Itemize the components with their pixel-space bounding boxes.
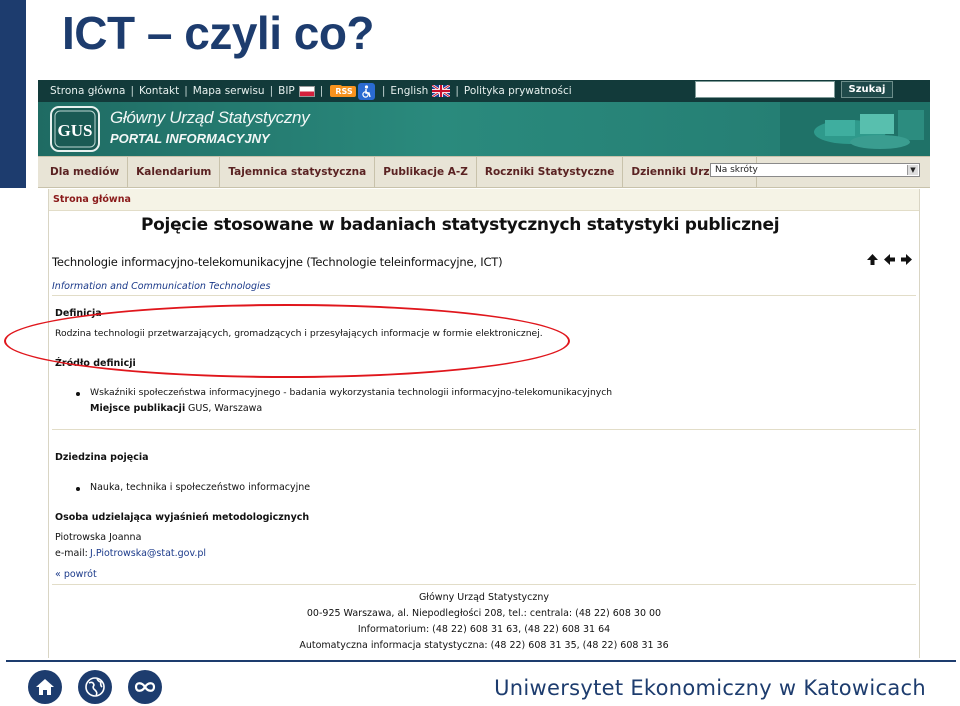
link-home[interactable]: Strona główna [50, 85, 125, 97]
term-title: Technologie informacyjno-telekomunikacyj… [52, 255, 503, 269]
page-title: Pojęcie stosowane w badaniach statystycz… [141, 215, 780, 235]
term-navigation [866, 253, 913, 266]
utility-bar: Strona główna | Kontakt | Mapa serwisu |… [38, 80, 930, 102]
nav-item-yearbooks[interactable]: Roczniki Statystyczne [477, 157, 624, 187]
footer-line: Główny Urząd Statystyczny [418, 592, 550, 603]
publication-value: GUS, Warszawa [188, 403, 263, 414]
link-sitemap[interactable]: Mapa serwisu [193, 85, 265, 97]
domain-item[interactable]: Nauka, technika i społeczeństwo informac… [90, 482, 310, 493]
uk-flag-icon [432, 85, 451, 97]
banner-decoration [780, 102, 930, 156]
footer-line: Informatorium: (48 22) 608 31 63, (48 22… [357, 624, 611, 635]
domain-label: Dziedzina pojęcia [55, 452, 149, 463]
search-input[interactable] [695, 81, 835, 98]
divider [52, 584, 916, 585]
back-link[interactable]: « powrót [55, 569, 97, 580]
search-button[interactable]: Szukaj [841, 81, 893, 98]
term-english-name: Information and Communication Technologi… [52, 281, 271, 292]
divider [52, 295, 916, 296]
link-bip[interactable]: BIP [278, 85, 295, 97]
arrow-right-icon[interactable] [900, 253, 913, 266]
footer-line: Automatyczna informacja statystyczna: (4… [299, 640, 669, 651]
nav-item-calendar[interactable]: Kalendarium [128, 157, 221, 187]
university-name: Uniwersytet Ekonomiczny w Katowicach [494, 676, 926, 700]
nav-item-statistical-secrecy[interactable]: Tajemnica statystyczna [220, 157, 376, 187]
arrow-left-icon[interactable] [883, 253, 896, 266]
rss-label: RSS [332, 85, 356, 97]
definition-text: Rodzina technologii przetwarzających, gr… [55, 328, 543, 339]
source-label: Źródło definicji [55, 358, 136, 369]
email-link[interactable]: J.Piotrowska@stat.gov.pl [90, 548, 206, 559]
email-label: e-mail: [55, 548, 88, 559]
gus-logo[interactable]: GUS [50, 106, 100, 152]
link-privacy[interactable]: Polityka prywatności [464, 85, 572, 97]
link-contact[interactable]: Kontakt [139, 85, 179, 97]
list-bullet [76, 487, 80, 491]
infinity-icon[interactable] [128, 670, 162, 704]
divider [52, 429, 916, 430]
home-icon[interactable] [28, 670, 62, 704]
svg-text:GUS: GUS [58, 121, 93, 140]
polish-flag-icon [298, 85, 315, 97]
slide-title: ICT – czyli co? [62, 7, 375, 59]
definition-label: Definicja [55, 308, 102, 319]
source-item[interactable]: Wskaźniki społeczeństwa informacyjnego -… [90, 387, 612, 398]
breadcrumb: Strona główna [49, 189, 919, 211]
portal-banner: GUS Główny Urząd Statystyczny PORTAL INF… [38, 102, 930, 156]
contact-name: Piotrowska Joanna [55, 532, 142, 543]
portal-screenshot: Strona główna | Kontakt | Mapa serwisu |… [38, 80, 930, 658]
publication-label: Miejsce publikacji [90, 403, 186, 414]
list-bullet [76, 392, 80, 396]
slide-side-bar [0, 0, 26, 188]
rss-link[interactable]: RSS [330, 85, 356, 97]
footer-rule [6, 660, 956, 662]
arrow-up-icon[interactable] [866, 253, 879, 266]
shortcut-select-value: Na skróty [715, 165, 758, 175]
globe-icon[interactable] [78, 670, 112, 704]
shortcut-select[interactable]: Na skróty ▼ [710, 163, 920, 177]
footer-line: 00-925 Warszawa, al. Niepodległości 208,… [306, 608, 662, 619]
main-content: Strona główna Pojęcie stosowane w badani… [48, 189, 920, 658]
main-nav: Dla mediów Kalendarium Tajemnica statyst… [38, 156, 930, 188]
contact-label: Osoba udzielająca wyjaśnień metodologicz… [55, 512, 310, 523]
nav-item-media[interactable]: Dla mediów [38, 157, 129, 187]
chevron-down-icon: ▼ [907, 165, 918, 175]
nav-item-publications[interactable]: Publikacje A-Z [375, 157, 477, 187]
banner-subtitle: PORTAL INFORMACYJNY [110, 131, 270, 146]
breadcrumb-home[interactable]: Strona główna [53, 194, 131, 205]
link-english[interactable]: English [390, 85, 428, 97]
accessibility-icon[interactable] [357, 82, 375, 100]
banner-title: Główny Urząd Statystyczny [110, 108, 310, 127]
